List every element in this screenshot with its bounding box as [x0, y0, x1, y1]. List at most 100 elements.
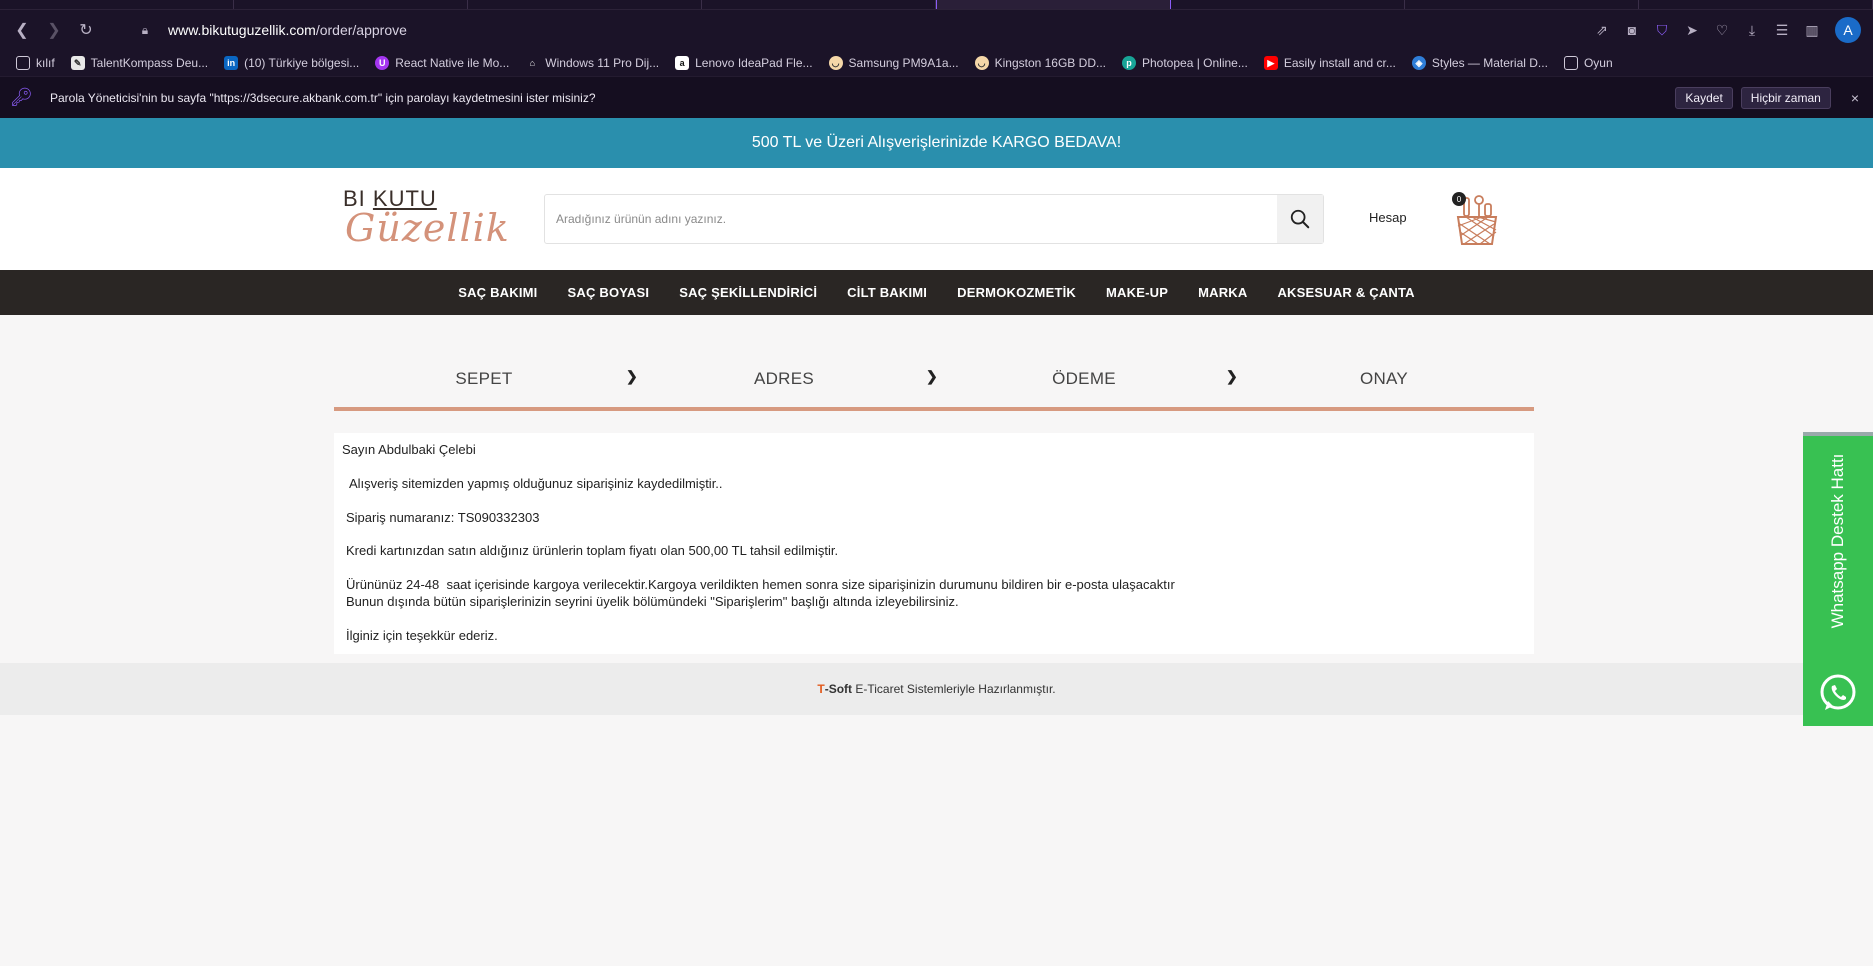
browser-tab[interactable]: [1405, 0, 1639, 9]
key-icon: 🔑︎: [10, 87, 33, 107]
bookmark-label: Lenovo IdeaPad Fle...: [695, 56, 813, 70]
url-path: /order/approve: [315, 22, 407, 38]
bookmark-item[interactable]: ◡ Kingston 16GB DD...: [969, 56, 1112, 70]
step-chevron-icon: ❯: [1226, 368, 1238, 384]
category-sac-boyasi[interactable]: SAÇ BOYASI: [568, 285, 650, 300]
bookmark-label: Photopea | Online...: [1141, 56, 1248, 70]
bookmark-item[interactable]: ◈ Styles — Material D...: [1406, 56, 1554, 70]
menu-icon[interactable]: ☰: [1769, 17, 1795, 43]
order-confirmation: Sayın Abdulbaki Çelebi Alışveriş sitemiz…: [334, 433, 1534, 654]
category-marka[interactable]: MARKA: [1198, 285, 1247, 300]
cart-count-badge: 0: [1452, 192, 1466, 206]
linkedin-icon: in: [224, 56, 239, 70]
bookmark-item[interactable]: in (10) Türkiye bölgesi...: [218, 56, 365, 70]
close-icon[interactable]: ×: [1851, 90, 1859, 106]
browser-tab[interactable]: [1639, 0, 1873, 9]
step-chevron-icon: ❯: [926, 368, 938, 384]
bookmark-label: Windows 11 Pro Dij...: [545, 56, 660, 70]
password-save-message: Parola Yöneticisi'nin bu sayfa "https://…: [50, 90, 596, 105]
step-odeme: ÖDEME: [1052, 369, 1116, 388]
browser-tab[interactable]: [0, 0, 234, 9]
browser-tab[interactable]: [234, 0, 468, 9]
material-icon: ◈: [1411, 56, 1426, 70]
search-button[interactable]: [1277, 195, 1323, 243]
category-sac-bakimi[interactable]: SAÇ BAKIMI: [458, 285, 537, 300]
forward-button[interactable]: ❯: [38, 15, 70, 45]
whatsapp-icon: [1820, 674, 1856, 710]
bookmark-label: kılıf: [36, 56, 55, 70]
browser-tab[interactable]: [1171, 0, 1405, 9]
category-aksesuar-canta[interactable]: AKSESUAR & ÇANTA: [1277, 285, 1414, 300]
promo-text: 500 TL ve Üzeri Alışverişlerinizde KARGO…: [751, 134, 1122, 151]
step-sepet: SEPET: [455, 369, 513, 388]
bookmark-item[interactable]: ◡ Samsung PM9A1a...: [823, 56, 965, 70]
category-sac-sekillendirici[interactable]: SAÇ ŞEKİLLENDİRİCİ: [679, 285, 817, 300]
confirmation-greeting: Sayın Abdulbaki Çelebi: [342, 442, 476, 457]
browser-tab-active[interactable]: [936, 0, 1171, 9]
footer-brand-t[interactable]: T: [817, 682, 824, 696]
thank-you-note: İlginiz için teşekkür ederiz.: [346, 628, 498, 643]
bookmark-item[interactable]: ⌂ Windows 11 Pro Dij...: [519, 56, 665, 70]
footer-brand-soft[interactable]: -Soft: [825, 682, 852, 696]
promo-banner: 500 TL ve Üzeri Alışverişlerinizde KARGO…: [0, 118, 1873, 168]
bookmark-label: Styles — Material D...: [1431, 56, 1548, 70]
order-number: Sipariş numaranız: TS090332303: [346, 510, 540, 525]
confirmation-line: Alışveriş sitemizden yapmış olduğunuz si…: [349, 476, 723, 491]
search-box: Aradığınız ürünün adını yazınız.: [544, 194, 1324, 244]
bookmark-item[interactable]: ✎ TalentKompass Deu...: [65, 56, 214, 70]
amazon-icon: a: [675, 56, 690, 70]
shipping-info: Ürününüz 24-48 saat içerisinde kargoya v…: [346, 577, 1175, 592]
browser-tab-strip[interactable]: [0, 0, 1873, 10]
browser-tab[interactable]: [468, 0, 702, 9]
payment-info: Kredi kartınızdan satın aldığınız ürünle…: [346, 543, 839, 558]
save-password-button[interactable]: Kaydet: [1675, 86, 1733, 109]
bookmark-item[interactable]: U React Native ile Mo...: [369, 56, 515, 70]
whatsapp-label: Whatsapp Destek Hattı: [1828, 453, 1847, 629]
category-nav: SAÇ BAKIMI SAÇ BOYASI SAÇ ŞEKİLLENDİRİCİ…: [0, 270, 1873, 315]
address-bar: ❮ ❯ ↻ 🔒︎ www.bikutuguzellik.com/order/ap…: [0, 10, 1873, 50]
bookmarks-bar: kılıf ✎ TalentKompass Deu... in (10) Türki…: [0, 50, 1873, 76]
reload-button[interactable]: ↻: [70, 15, 102, 45]
sidebar-icon[interactable]: ▥: [1799, 17, 1825, 43]
bookmark-item[interactable]: p Photopea | Online...: [1116, 56, 1254, 70]
bookmark-item[interactable]: kılıf: [10, 56, 61, 70]
bookmark-label: TalentKompass Deu...: [90, 56, 209, 70]
password-save-bar: 🔑︎ Parola Yöneticisi'nin bu sayfa "https…: [0, 76, 1873, 118]
logo-line2: Güzellik: [345, 206, 510, 250]
search-input[interactable]: Aradığınız ürünün adını yazınız.: [545, 195, 1277, 243]
bookmark-label: Kingston 16GB DD...: [994, 56, 1106, 70]
site-logo[interactable]: BI KUTU Güzellik: [343, 186, 517, 256]
heart-icon[interactable]: ♡: [1709, 17, 1735, 43]
cart-button[interactable]: 0: [1452, 192, 1502, 248]
footer-text: E-Ticaret Sistemleriyle Hazırlanmıştır.: [852, 682, 1056, 696]
share-icon[interactable]: ⇗: [1589, 17, 1615, 43]
folder-icon: [1563, 56, 1578, 70]
search-icon: [1290, 209, 1310, 229]
shield-icon[interactable]: ⛉: [1649, 17, 1675, 43]
account-link[interactable]: Hesap: [1369, 210, 1407, 225]
lock-icon[interactable]: 🔒︎: [132, 23, 158, 38]
never-save-button[interactable]: Hiçbir zaman: [1740, 86, 1831, 109]
category-cilt-bakimi[interactable]: CİLT BAKIMI: [847, 285, 927, 300]
profile-avatar[interactable]: A: [1835, 17, 1861, 43]
shop-icon: ◡: [974, 56, 989, 70]
camera-icon[interactable]: ◙: [1619, 17, 1645, 43]
url-host: www.bikutuguzellik.com: [168, 22, 316, 38]
bookmark-label: (10) Türkiye bölgesi...: [244, 56, 360, 70]
checkout-steps: SEPET ADRES ÖDEME ONAY: [334, 359, 1534, 411]
tracking-info: Bunun dışında bütün siparişlerinizin sey…: [346, 594, 959, 609]
category-make-up[interactable]: MAKE-UP: [1106, 285, 1168, 300]
back-button[interactable]: ❮: [6, 15, 38, 45]
bookmark-item[interactable]: ▶ Easily install and cr...: [1258, 56, 1402, 70]
category-dermokozmetik[interactable]: DERMOKOZMETİK: [957, 285, 1076, 300]
url-field[interactable]: www.bikutuguzellik.com/order/approve: [168, 22, 407, 38]
download-icon[interactable]: ⤓: [1739, 17, 1765, 43]
browser-tab[interactable]: [702, 0, 936, 9]
bookmark-item[interactable]: a Lenovo IdeaPad Fle...: [669, 56, 818, 70]
step-adres: ADRES: [753, 369, 815, 388]
bookmark-item[interactable]: Oyun: [1558, 56, 1619, 70]
talentkompass-icon: ✎: [70, 56, 85, 70]
send-icon[interactable]: ➤: [1679, 17, 1705, 43]
whatsapp-support-tab[interactable]: Whatsapp Destek Hattı: [1803, 432, 1873, 726]
site-footer: T -Soft E-Ticaret Sistemleriyle Hazırlanm…: [0, 663, 1873, 715]
